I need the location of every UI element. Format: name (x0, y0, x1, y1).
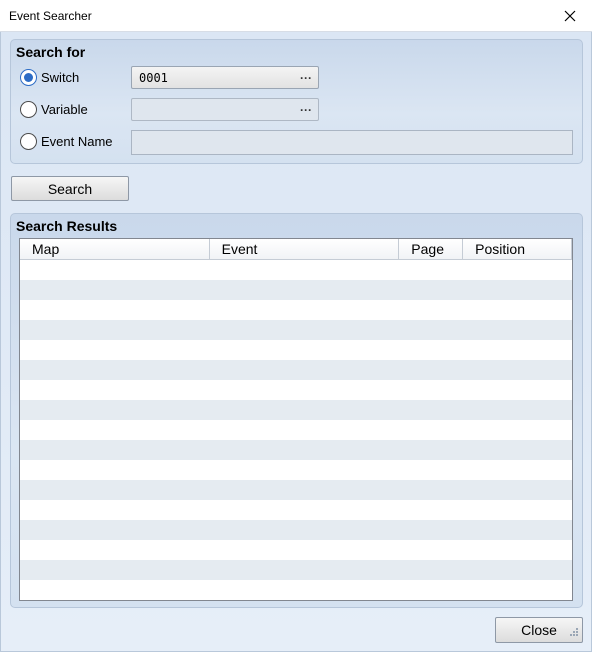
close-icon[interactable] (556, 4, 584, 28)
variable-label: Variable (41, 102, 88, 117)
switch-picker[interactable]: 0001 ··· (131, 66, 319, 89)
table-row (20, 440, 572, 460)
search-results-title: Search Results (16, 218, 118, 234)
table-row (20, 360, 572, 380)
column-header-map[interactable]: Map (20, 239, 210, 259)
switch-radio[interactable] (20, 69, 37, 86)
table-row (20, 540, 572, 560)
table-row (20, 460, 572, 480)
table-row (20, 280, 572, 300)
title-bar: Event Searcher (0, 0, 592, 32)
table-row (20, 400, 572, 420)
switch-picker-value: 0001 (139, 70, 168, 85)
variable-radio[interactable] (20, 101, 37, 118)
switch-label: Switch (41, 70, 80, 85)
table-row (20, 500, 572, 520)
table-row (20, 420, 572, 440)
table-row (20, 380, 572, 400)
event-name-radio[interactable] (20, 133, 37, 150)
search-results-group: Search Results Map Event Page Position (10, 213, 583, 608)
event-name-label: Event Name (41, 134, 113, 149)
switch-option[interactable]: Switch (20, 69, 79, 86)
column-header-position[interactable]: Position (463, 239, 572, 259)
variable-picker-ellipsis: ··· (300, 102, 312, 117)
search-button[interactable]: Search (11, 176, 129, 201)
window-title: Event Searcher (9, 9, 92, 23)
table-row (20, 340, 572, 360)
table-row (20, 300, 572, 320)
search-for-group: Search for Switch 0001 ··· Variable ··· … (10, 39, 583, 164)
table-row (20, 580, 572, 600)
results-table-body (20, 260, 572, 600)
table-row (20, 480, 572, 500)
event-name-option[interactable]: Event Name (20, 133, 113, 150)
results-table[interactable]: Map Event Page Position (19, 238, 573, 601)
results-table-header: Map Event Page Position (20, 239, 572, 260)
variable-option[interactable]: Variable (20, 101, 88, 118)
column-header-event[interactable]: Event (210, 239, 400, 259)
column-header-page[interactable]: Page (399, 239, 464, 259)
window-client: Search for Switch 0001 ··· Variable ··· … (0, 32, 592, 652)
resize-grip-icon[interactable] (569, 627, 579, 637)
table-row (20, 560, 572, 580)
event-name-input[interactable] (131, 130, 573, 155)
table-row (20, 520, 572, 540)
table-row (20, 260, 572, 280)
variable-picker[interactable]: ··· (131, 98, 319, 121)
switch-picker-ellipsis: ··· (300, 70, 312, 85)
table-row (20, 320, 572, 340)
search-for-title: Search for (16, 44, 86, 60)
